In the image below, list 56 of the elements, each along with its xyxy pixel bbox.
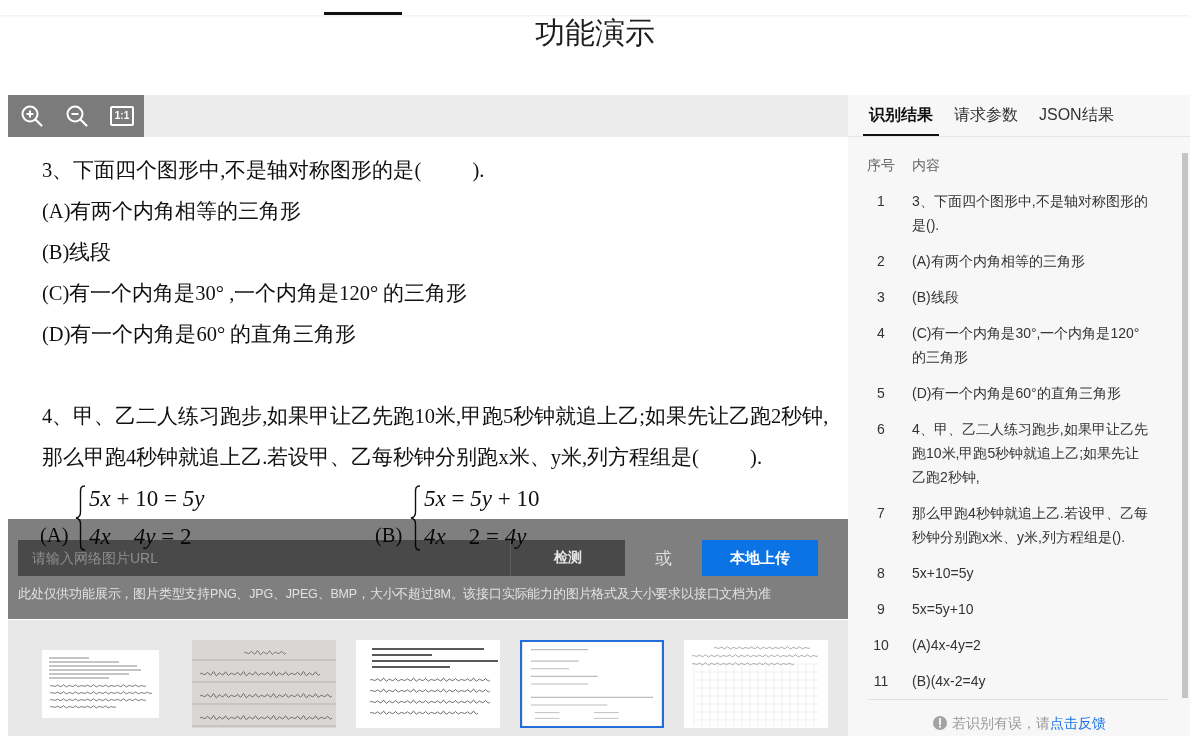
option-text: (B)线段: [42, 240, 112, 266]
option-text: (A)有两个内角相等的三角形: [42, 199, 302, 225]
column-header: 内容: [912, 156, 941, 175]
column-header: 序号: [867, 156, 895, 175]
recognized-text: 5x=5y+10: [912, 600, 975, 619]
feedback-message: 若识别有误，请点击反馈: [951, 714, 1106, 733]
sample-thumbnail[interactable]: [356, 640, 500, 728]
question-text: 4、甲、乙二人练习跑步,如果甲让乙先跑10米,甲跑5秒钟就追上乙;如果先让乙跑2秒钟,: [42, 404, 829, 429]
actual-size-button[interactable]: 1:1: [110, 106, 134, 126]
sample-thumbnail[interactable]: [192, 640, 336, 728]
zoom-out-button[interactable]: [65, 104, 89, 128]
exclamation-icon: [932, 716, 947, 730]
question-text: 3、下面四个图形中,不是轴对称图形的是( ).: [42, 158, 485, 184]
row-number: 3: [876, 288, 886, 307]
sample-thumbnail[interactable]: [520, 640, 664, 728]
row-number: 11: [872, 672, 890, 691]
curly-brace-icon: [75, 485, 86, 551]
zoom-in-button[interactable]: [20, 104, 44, 128]
tab[interactable]: 请求参数: [948, 95, 1024, 136]
equation: 5x + 10 = 5y: [89, 485, 205, 513]
recognized-text: 4、甲、乙二人练习跑步,如果甲让乙先跑10米,甲跑5秒钟就追上乙;如果先让乙跑2秒钟,: [912, 420, 1149, 487]
row-number: 1: [876, 192, 886, 211]
row-number: 7: [876, 504, 886, 523]
zoom-out-icon: [65, 104, 89, 128]
sample-thumbnail[interactable]: [41, 650, 159, 718]
or-text: 或: [655, 547, 672, 570]
row-number: 4: [876, 324, 886, 343]
row-number: 6: [876, 420, 886, 439]
recognized-text: (B)线段: [912, 288, 960, 307]
sample-thumbnail[interactable]: [684, 640, 828, 728]
recognized-text: (A)有两个内角相等的三角形: [912, 252, 1086, 271]
upload-button[interactable]: 本地上传: [702, 540, 818, 576]
option-text: (D)有一个内角是60° 的直角三角形: [42, 322, 357, 348]
scrollbar[interactable]: [1182, 153, 1188, 698]
recognized-text: 3、下面四个图形中,不是轴对称图形的是().: [912, 192, 1149, 235]
question-text: 那么甲跑4秒钟就追上乙.若设甲、乙每秒钟分别跑x米、y米,列方程组是( ).: [42, 445, 763, 471]
equation: 5x = 5y + 10: [424, 485, 540, 513]
recognized-text: 5x+10=5y: [912, 564, 975, 583]
recognized-text: (B)(4x-2=4y: [912, 672, 987, 691]
notice-text: 此处仅供功能展示，图片类型支持PNG、JPG、JPEG、BMP，大小不超过8M。该接口实际能力的图片格式及大小要求以接口文档为准: [18, 586, 771, 603]
tab[interactable]: JSON结果: [1033, 95, 1120, 136]
curly-brace-icon: [410, 485, 421, 551]
recognized-text: (C)有一个内角是30°,一个内角是120°的三角形: [912, 324, 1141, 367]
option-text: (C)有一个内角是30° ,一个内角是120° 的三角形: [42, 281, 468, 307]
zoom-in-icon: [20, 104, 44, 128]
tab[interactable]: 识别结果: [863, 95, 939, 136]
feedback-link[interactable]: 点击反馈: [1049, 715, 1106, 731]
row-number: 5: [876, 384, 886, 403]
page-title: 功能演示: [535, 15, 655, 51]
row-number: 10: [872, 636, 890, 655]
recognized-text: 那么甲跑4秒钟就追上乙.若设甲、乙每秒钟分别跑x米、y米,列方程组是().: [912, 504, 1149, 547]
recognized-text: (A)4x-4y=2: [912, 636, 982, 655]
recognized-text: (D)有一个内角是60°的直角三角形: [912, 384, 1122, 403]
row-number: 9: [876, 600, 886, 619]
row-number: 8: [876, 564, 886, 583]
row-number: 2: [876, 252, 886, 271]
